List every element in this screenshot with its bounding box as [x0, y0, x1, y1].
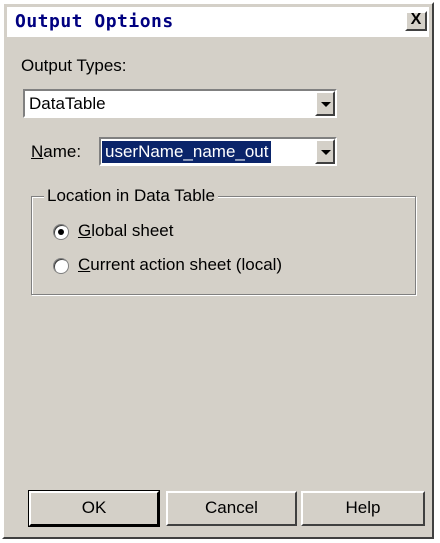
close-button[interactable]: X [405, 11, 427, 31]
location-group: Location in Data Table Global sheet Curr… [31, 186, 416, 295]
output-types-label: Output Types: [21, 56, 127, 75]
name-label-accel: N [31, 142, 44, 161]
name-label: Name: [31, 142, 81, 162]
name-label-rest: ame: [43, 142, 82, 161]
chevron-down-icon[interactable] [315, 139, 335, 164]
ok-button[interactable]: OK [28, 490, 160, 527]
close-icon: X [410, 11, 422, 28]
current-action-sheet-accel: C [78, 255, 91, 274]
output-types-value: DataTable [29, 94, 106, 113]
chevron-down-icon[interactable] [315, 91, 335, 116]
output-types-select[interactable]: DataTable [23, 89, 337, 118]
global-sheet-accel: G [78, 221, 92, 240]
name-value[interactable]: userName_name_out [102, 141, 272, 163]
global-sheet-label[interactable]: Global sheet [78, 221, 173, 241]
title-bar: Output Options X [7, 7, 429, 37]
help-button[interactable]: Help [301, 491, 425, 526]
current-action-sheet-radio[interactable] [53, 258, 69, 274]
window-title: Output Options [15, 11, 174, 32]
location-group-legend: Location in Data Table [44, 186, 218, 206]
global-sheet-radio[interactable] [53, 224, 69, 240]
name-combo[interactable]: userName_name_out [99, 137, 337, 166]
global-sheet-label-rest: lobal sheet [91, 221, 174, 240]
current-action-sheet-label-rest: urrent action sheet (local) [90, 255, 283, 274]
cancel-button[interactable]: Cancel [166, 491, 297, 526]
current-action-sheet-label[interactable]: Current action sheet (local) [78, 255, 282, 275]
output-options-dialog: Output Options X Output Types: DataTable… [2, 2, 434, 539]
